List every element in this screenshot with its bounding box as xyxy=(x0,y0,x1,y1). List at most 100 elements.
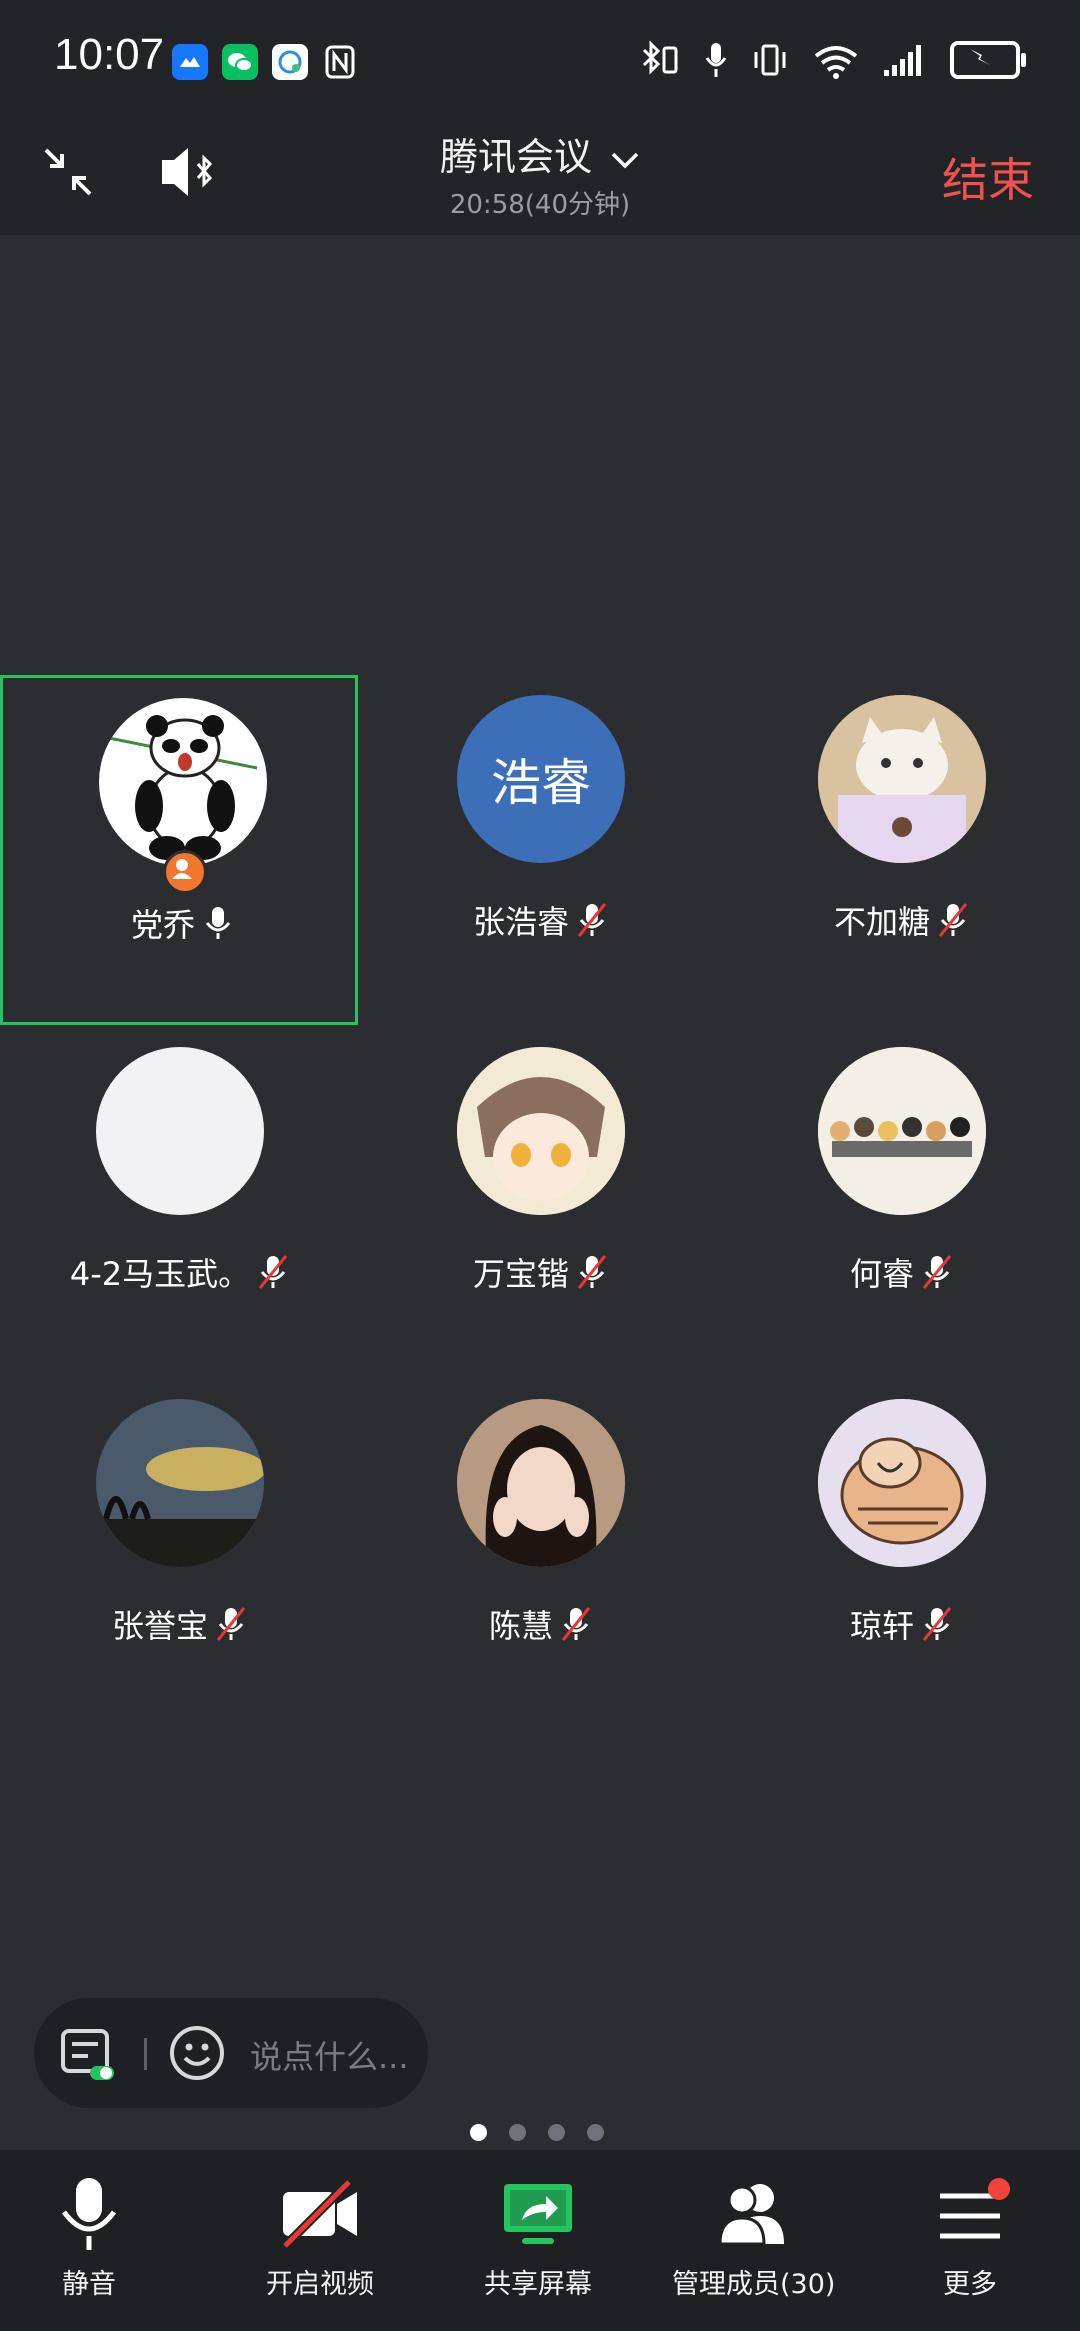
chevron-down-icon xyxy=(611,152,639,168)
avatar xyxy=(818,1399,986,1567)
avatar xyxy=(99,698,267,866)
participant-name-row: 陈慧 xyxy=(361,1601,719,1647)
wifi-icon xyxy=(814,46,858,79)
more-label: 更多 xyxy=(943,2269,997,2300)
chat-bar[interactable]: 说点什么... xyxy=(34,1998,428,2108)
participant-name: 何睿 xyxy=(849,1255,914,1293)
page-dot[interactable] xyxy=(587,2124,604,2141)
participant-tile[interactable]: 张誉宝 xyxy=(0,1379,358,1729)
participant-name: 琼轩 xyxy=(849,1607,914,1645)
participant-tile[interactable]: 4-2马玉武。 xyxy=(0,1027,358,1377)
page-dot[interactable] xyxy=(509,2124,526,2141)
avatar-initials: 浩睿 xyxy=(491,754,591,812)
participant-name-row: 张浩睿 xyxy=(361,897,719,943)
participant-tile[interactable]: 陈慧 xyxy=(361,1379,719,1729)
fish-cartoon-avatar-image xyxy=(818,1399,986,1567)
members-icon xyxy=(718,2184,784,2246)
share-screen-icon xyxy=(504,2184,572,2244)
emoji-icon[interactable] xyxy=(168,2024,226,2086)
more-button[interactable]: 更多 xyxy=(934,2174,1010,2301)
portrait-avatar-image xyxy=(457,1399,625,1567)
mute-button[interactable]: 静音 xyxy=(56,2174,122,2301)
participant-name-row: 万宝锴 xyxy=(361,1249,719,1295)
participant-name-row: 4-2马玉武。 xyxy=(0,1249,358,1295)
participant-tile[interactable]: 琼轩 xyxy=(722,1379,1080,1729)
video-off-icon xyxy=(281,2178,357,2250)
participant-tile[interactable]: 何睿 xyxy=(722,1027,1080,1377)
start-video-button[interactable]: 开启视频 xyxy=(266,2174,374,2301)
signal-icon xyxy=(884,45,921,76)
avatar xyxy=(457,1047,625,1215)
microphone-muted-icon xyxy=(577,903,607,937)
participant-name-row: 张誉宝 xyxy=(0,1601,358,1647)
participant-name: 张浩睿 xyxy=(472,903,569,941)
host-badge-icon xyxy=(163,850,207,894)
microphone-on-icon xyxy=(205,907,231,939)
participant-name: 张誉宝 xyxy=(111,1607,208,1645)
group-cartoon-avatar-image xyxy=(818,1047,986,1215)
participant-tile[interactable]: 党乔 xyxy=(0,675,358,1025)
meeting-title-text: 腾讯会议 xyxy=(439,135,592,179)
participant-name: 不加糖 xyxy=(833,903,930,941)
divider xyxy=(144,2038,147,2070)
system-status-icons xyxy=(638,40,1026,80)
microphone-muted-icon xyxy=(561,1607,591,1641)
microphone-muted-icon xyxy=(922,1255,952,1289)
page-dot-active[interactable] xyxy=(470,2124,487,2141)
end-meeting-button[interactable]: 结束 xyxy=(942,144,1034,210)
page-indicator xyxy=(470,2124,604,2141)
share-screen-label: 共享屏幕 xyxy=(484,2269,592,2300)
battery-icon xyxy=(950,41,1026,79)
chat-input-placeholder[interactable]: 说点什么... xyxy=(250,2032,409,2078)
participant-name: 4-2马玉武。 xyxy=(69,1255,251,1293)
microphone-status-icon xyxy=(705,43,727,77)
avatar xyxy=(457,1399,625,1567)
panda-avatar-image xyxy=(108,715,258,860)
manage-members-button[interactable]: 管理成员(30) xyxy=(672,2174,835,2301)
cat-avatar-image xyxy=(818,695,986,863)
participant-name-row: 琼轩 xyxy=(722,1601,1080,1647)
manage-members-label: 管理成员(30) xyxy=(672,2269,836,2300)
start-video-label: 开启视频 xyxy=(266,2269,374,2300)
microphone-muted-icon xyxy=(577,1255,607,1289)
meeting-title[interactable]: 腾讯会议 xyxy=(0,126,1080,181)
anime-avatar-image xyxy=(457,1047,625,1215)
participant-name: 万宝锴 xyxy=(472,1255,569,1293)
wechat-app-icon xyxy=(222,44,258,80)
bluetooth-vibrate-icon xyxy=(642,40,678,75)
avatar xyxy=(96,1047,264,1215)
lark-app-icon xyxy=(172,44,208,80)
share-screen-button[interactable]: 共享屏幕 xyxy=(484,2174,592,2301)
participant-name: 党乔 xyxy=(130,906,195,944)
participant-tile[interactable]: 不加糖 xyxy=(722,675,1080,1025)
meeting-header: 腾讯会议 20:58(40分钟) 结束 xyxy=(0,120,1080,235)
avatar xyxy=(818,695,986,863)
vibrate-icon xyxy=(754,44,786,76)
participant-tile[interactable]: 浩睿 张浩睿 xyxy=(361,675,719,1025)
notification-icons xyxy=(172,44,358,80)
mute-label: 静音 xyxy=(62,2269,116,2300)
microphone-muted-icon xyxy=(938,903,968,937)
avatar xyxy=(818,1047,986,1215)
microphone-icon xyxy=(61,2178,117,2250)
status-time: 10:07 xyxy=(54,30,165,79)
participant-name: 陈慧 xyxy=(488,1607,553,1645)
sunset-avatar-image xyxy=(96,1399,264,1567)
status-bar: 10:07 xyxy=(0,0,1080,120)
microphone-muted-icon xyxy=(922,1607,952,1641)
meeting-duration: 20:58(40分钟) xyxy=(449,190,631,220)
microphone-muted-icon xyxy=(258,1255,288,1289)
participant-name-row: 何睿 xyxy=(722,1249,1080,1295)
avatar: 浩睿 xyxy=(457,695,625,863)
notification-dot xyxy=(988,2178,1010,2200)
participant-name-row: 党乔 xyxy=(3,900,361,946)
participant-tile[interactable]: 万宝锴 xyxy=(361,1027,719,1377)
captions-icon[interactable] xyxy=(60,2028,116,2086)
page-dot[interactable] xyxy=(548,2124,565,2141)
microphone-muted-icon xyxy=(216,1607,246,1641)
bottom-toolbar: 静音 开启视频 共享屏幕 管理成员(30) 更多 xyxy=(0,2150,1080,2331)
nfc-icon xyxy=(322,44,358,80)
avatar xyxy=(96,1399,264,1567)
participant-name-row: 不加糖 xyxy=(722,897,1080,943)
message-app-icon xyxy=(272,44,308,80)
